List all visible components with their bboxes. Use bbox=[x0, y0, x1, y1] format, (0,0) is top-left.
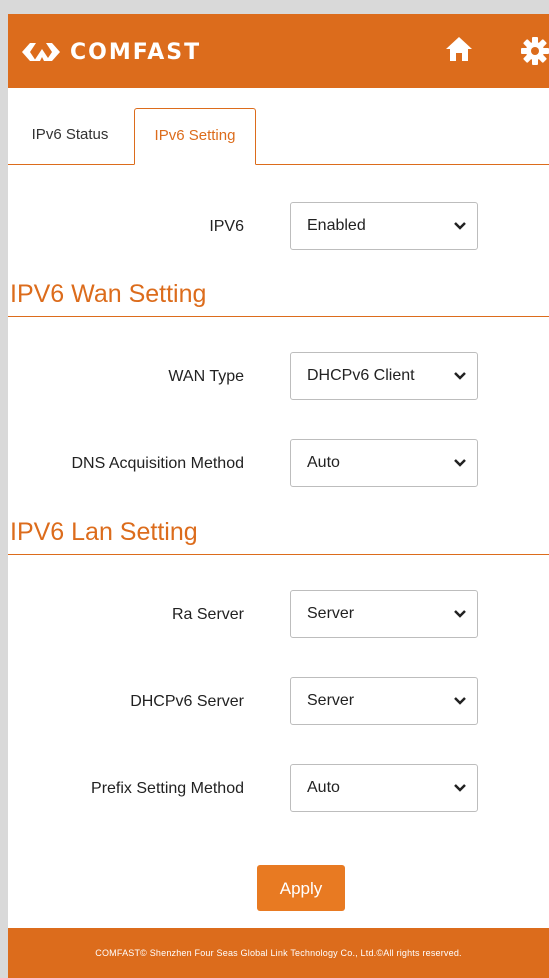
tab-bar: IPv6 Status IPv6 Setting bbox=[8, 108, 549, 165]
comfast-logo[interactable]: COMFAST bbox=[20, 38, 201, 66]
chevron-down-icon bbox=[454, 784, 466, 792]
ipv6-wan-section-title: IPV6 Wan Setting bbox=[10, 280, 207, 308]
ipv6-wan-section-header: IPV6 Wan Setting bbox=[8, 276, 549, 317]
ipv6-select[interactable]: Enabled bbox=[290, 202, 478, 250]
ra-server-row: Ra Server Server bbox=[8, 590, 549, 640]
prefix-method-select-value: Auto bbox=[307, 779, 340, 796]
prefix-method-label: Prefix Setting Method bbox=[91, 780, 244, 797]
apply-button[interactable]: Apply bbox=[257, 865, 345, 911]
dhcpv6-server-row: DHCPv6 Server Server bbox=[8, 677, 549, 727]
gear-icon[interactable] bbox=[520, 36, 549, 66]
ipv6-select-value: Enabled bbox=[307, 217, 366, 234]
dns-method-label: DNS Acquisition Method bbox=[71, 455, 244, 472]
wan-type-row: WAN Type DHCPv6 Client bbox=[8, 352, 549, 402]
dhcpv6-server-select[interactable]: Server bbox=[290, 677, 478, 725]
wan-type-select[interactable]: DHCPv6 Client bbox=[290, 352, 478, 400]
wan-type-label: WAN Type bbox=[168, 368, 244, 385]
ipv6-label: IPV6 bbox=[209, 218, 244, 235]
comfast-logo-mark-icon bbox=[22, 43, 60, 61]
footer-copyright: COMFAST© Shenzhen Four Seas Global Link … bbox=[8, 928, 549, 978]
chevron-down-icon bbox=[454, 222, 466, 230]
browser-frame: COMFAST IPv6 Status IPv6 Setting IPV6 En… bbox=[0, 0, 549, 978]
dhcpv6-server-select-value: Server bbox=[307, 692, 355, 709]
prefix-method-select[interactable]: Auto bbox=[290, 764, 478, 812]
ipv6-row: IPV6 Enabled bbox=[8, 202, 549, 252]
ipv6-lan-section-title: IPV6 Lan Setting bbox=[10, 518, 198, 546]
wan-type-select-value: DHCPv6 Client bbox=[307, 367, 415, 384]
ipv6-settings-page: COMFAST IPv6 Status IPv6 Setting IPV6 En… bbox=[8, 14, 549, 978]
ipv6-lan-section-header: IPV6 Lan Setting bbox=[8, 514, 549, 555]
dhcpv6-server-label: DHCPv6 Server bbox=[130, 693, 244, 710]
home-icon[interactable] bbox=[444, 34, 474, 64]
ra-server-select[interactable]: Server bbox=[290, 590, 478, 638]
dns-method-row: DNS Acquisition Method Auto bbox=[8, 439, 549, 489]
chevron-down-icon bbox=[454, 697, 466, 705]
prefix-method-row: Prefix Setting Method Auto bbox=[8, 764, 549, 814]
chevron-down-icon bbox=[454, 610, 466, 618]
chevron-down-icon bbox=[454, 459, 466, 467]
top-header: COMFAST bbox=[8, 14, 549, 88]
logo-text: COMFAST bbox=[70, 39, 202, 65]
dns-method-select-value: Auto bbox=[307, 454, 340, 471]
dns-method-select[interactable]: Auto bbox=[290, 439, 478, 487]
tab-ipv6-status[interactable]: IPv6 Status bbox=[8, 108, 132, 162]
tab-ipv6-setting[interactable]: IPv6 Setting bbox=[134, 108, 256, 165]
ra-server-label: Ra Server bbox=[171, 606, 244, 623]
chevron-down-icon bbox=[454, 372, 466, 380]
ra-server-select-value: Server bbox=[307, 605, 355, 622]
